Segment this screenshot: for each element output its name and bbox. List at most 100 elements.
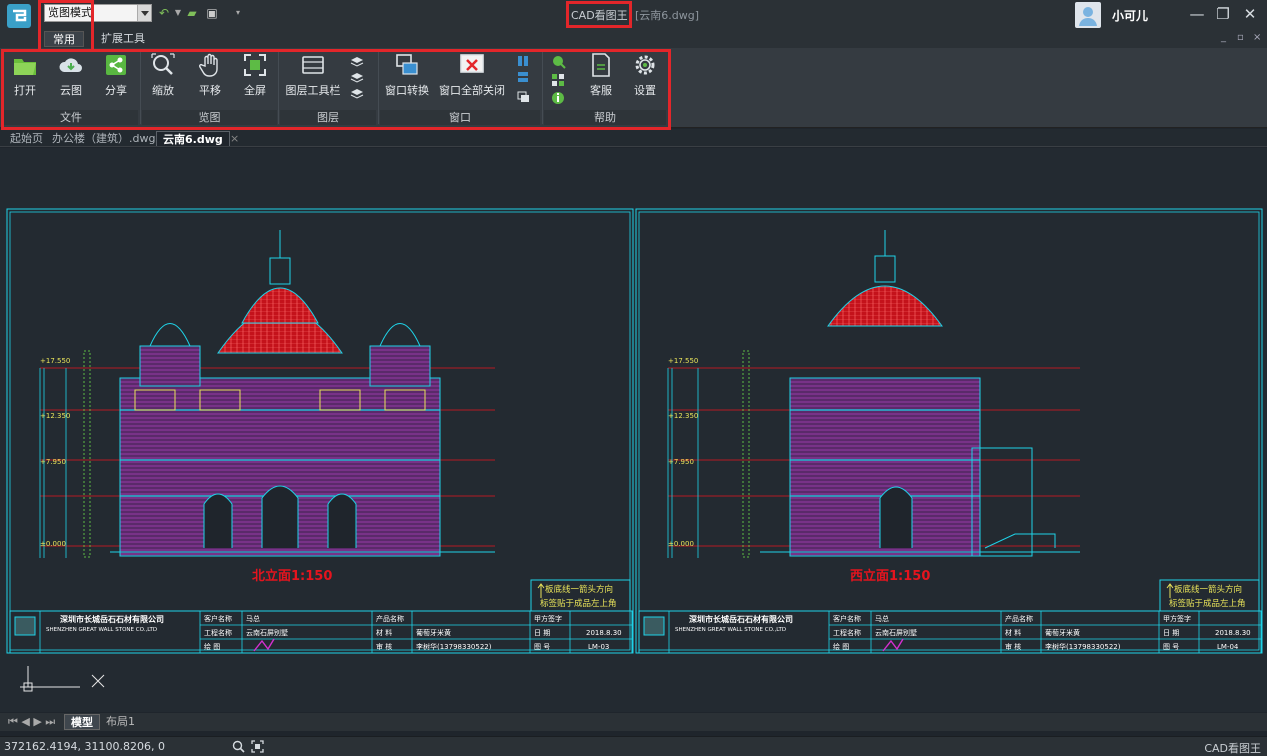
- svg-text:LM-04: LM-04: [1217, 643, 1239, 651]
- fit-screen-icon[interactable]: [251, 740, 264, 753]
- cloud-button[interactable]: 云图: [54, 52, 88, 98]
- restore-button[interactable]: ❐: [1213, 4, 1233, 24]
- svg-text:+17.550: +17.550: [668, 357, 698, 365]
- layer-tools-icon[interactable]: [349, 54, 365, 100]
- inner-minimize-icon[interactable]: _: [1221, 32, 1226, 43]
- folder-icon: [14, 59, 36, 75]
- gear-icon: [635, 55, 655, 75]
- hand-icon: [199, 53, 218, 77]
- left-note-line2: 标签贴于成品左上角: [540, 598, 617, 609]
- close-all-windows-label: 窗口全部关闭: [439, 84, 505, 97]
- svg-text:深圳市长城岳石石材有限公司: 深圳市长城岳石石材有限公司: [60, 614, 164, 624]
- svg-text:工程名称: 工程名称: [204, 628, 232, 637]
- svg-text:+7.950: +7.950: [40, 458, 66, 466]
- svg-text:材 料: 材 料: [1005, 628, 1021, 637]
- cad-drawing[interactable]: 北立面1:150 +17.550 +12.350 +7.950 ±0.000 西…: [0, 148, 1267, 712]
- app-logo-icon: [7, 4, 31, 28]
- svg-text:+17.550: +17.550: [40, 357, 70, 365]
- fullscreen-button[interactable]: 全屏: [238, 52, 272, 98]
- cursor-coordinates: 372162.4194, 31100.8206, 0: [4, 740, 165, 753]
- minimize-button[interactable]: —: [1187, 4, 1207, 24]
- fullscreen-label: 全屏: [244, 84, 266, 97]
- svg-text:葡萄牙米黄: 葡萄牙米黄: [1045, 628, 1080, 637]
- zoom-label: 缩放: [152, 84, 174, 97]
- svg-text:云南石屏别墅: 云南石屏别墅: [875, 628, 917, 637]
- svg-text:审 核: 审 核: [376, 642, 392, 651]
- pan-button[interactable]: 平移: [193, 52, 227, 98]
- zoom-button[interactable]: 缩放: [146, 52, 180, 98]
- crosshair-cursor: [20, 666, 105, 692]
- layer-toolbar-button[interactable]: 图层工具栏: [284, 52, 342, 98]
- view-mode-select[interactable]: 览图模式: [44, 4, 152, 22]
- svg-text:马总: 马总: [875, 614, 889, 623]
- close-all-windows-button[interactable]: 窗口全部关闭: [438, 52, 506, 98]
- divider: [140, 52, 141, 124]
- svg-text:客户名称: 客户名称: [833, 614, 861, 623]
- svg-text:绘 图: 绘 图: [204, 642, 220, 651]
- svg-text:SHENZHEN GREAT WALL STONE CO.,: SHENZHEN GREAT WALL STONE CO.,LTD: [675, 627, 786, 633]
- svg-text:审 核: 审 核: [1005, 642, 1021, 651]
- svg-text:云南石屏别墅: 云南石屏别墅: [246, 628, 288, 637]
- avatar[interactable]: [1075, 2, 1101, 28]
- pan-label: 平移: [199, 84, 221, 97]
- ribbon: 打开 云图 分享 文件 缩放 平移 全屏 览图 图层工具栏 图层 窗口转换 窗口…: [0, 48, 1267, 128]
- tab-model[interactable]: 模型: [64, 714, 100, 730]
- divider: [542, 52, 543, 124]
- divider: [278, 52, 279, 124]
- save-icon[interactable]: ▣: [204, 5, 220, 21]
- svg-text:+12.350: +12.350: [668, 412, 698, 420]
- service-doc-icon: [592, 53, 610, 77]
- right-note-line2: 标签贴于成品左上角: [1169, 598, 1246, 609]
- north-elevation-building: 北立面1:150 +17.550 +12.350 +7.950 ±0.000: [39, 230, 495, 584]
- tab-start-page[interactable]: 起始页: [4, 131, 49, 146]
- svg-text:图 号: 图 号: [534, 643, 550, 651]
- north-elevation-title: 北立面1:150: [252, 568, 332, 584]
- open-folder-icon[interactable]: ▰: [184, 5, 200, 21]
- window-layout-icon[interactable]: [516, 54, 530, 104]
- customer-service-button[interactable]: 客服: [584, 52, 618, 98]
- username[interactable]: 小可儿: [1112, 7, 1148, 24]
- tab-layout1[interactable]: 布局1: [100, 714, 141, 730]
- svg-text:+7.950: +7.950: [668, 458, 694, 466]
- west-elevation-title: 西立面1:150: [850, 568, 930, 584]
- close-button[interactable]: ✕: [1240, 4, 1260, 24]
- inner-restore-icon[interactable]: ▫: [1237, 32, 1244, 43]
- nav-arrows-icon[interactable]: ⏮ ◀ ▶ ⏭: [2, 714, 61, 730]
- share-button[interactable]: 分享: [99, 52, 133, 98]
- customize-icon[interactable]: ▾: [230, 5, 246, 21]
- svg-text:李树华(13798330522): 李树华(13798330522): [1045, 642, 1121, 651]
- svg-text:2018.8.30: 2018.8.30: [1215, 629, 1251, 637]
- tab-extend-tools[interactable]: 扩展工具: [93, 31, 153, 47]
- svg-text:±0.000: ±0.000: [40, 540, 66, 548]
- group-help-label: 帮助: [544, 110, 666, 125]
- svg-text:日 期: 日 期: [1163, 629, 1179, 637]
- svg-text:2018.8.30: 2018.8.30: [586, 629, 622, 637]
- right-title-block: 深圳市长城岳石石材有限公司 SHENZHEN GREAT WALL STONE …: [638, 610, 1262, 654]
- window-switch-label: 窗口转换: [385, 84, 429, 97]
- svg-text:甲方签字: 甲方签字: [1163, 614, 1191, 623]
- customer-service-label: 客服: [590, 84, 612, 97]
- svg-text:客户名称: 客户名称: [204, 614, 232, 623]
- drawing-canvas[interactable]: 北立面1:150 +17.550 +12.350 +7.950 ±0.000 西…: [0, 148, 1267, 712]
- right-note: 板底线一箭头方向 标签贴于成品左上角: [1159, 579, 1260, 612]
- help-tools-icon[interactable]: [550, 54, 566, 106]
- west-elevation-building: 西立面1:150 +17.550 +12.350 +7.950 ±0.000: [667, 230, 1080, 584]
- open-button[interactable]: 打开: [8, 52, 42, 98]
- document-title: [云南6.dwg]: [635, 9, 700, 22]
- group-view-label: 览图: [142, 110, 277, 125]
- share-label: 分享: [105, 84, 127, 97]
- chevron-down-icon[interactable]: [137, 5, 151, 21]
- tab-common[interactable]: 常用: [44, 31, 84, 47]
- close-tab-icon[interactable]: ×: [224, 131, 245, 146]
- inner-close-icon[interactable]: ×: [1253, 32, 1261, 43]
- zoom-icon[interactable]: [232, 740, 245, 753]
- settings-button[interactable]: 设置: [628, 52, 662, 98]
- status-app-name: CAD看图王: [1204, 742, 1261, 755]
- window-switch-icon: [396, 54, 418, 75]
- group-file-label: 文件: [4, 110, 138, 125]
- tab-office-building[interactable]: 办公楼（建筑）.dwg: [46, 131, 161, 146]
- status-bar: 372162.4194, 31100.8206, 0 CAD看图王: [0, 736, 1267, 756]
- svg-text:日 期: 日 期: [534, 629, 550, 637]
- window-switch-button[interactable]: 窗口转换: [384, 52, 430, 98]
- tab-yunnan6[interactable]: 云南6.dwg: [156, 131, 230, 146]
